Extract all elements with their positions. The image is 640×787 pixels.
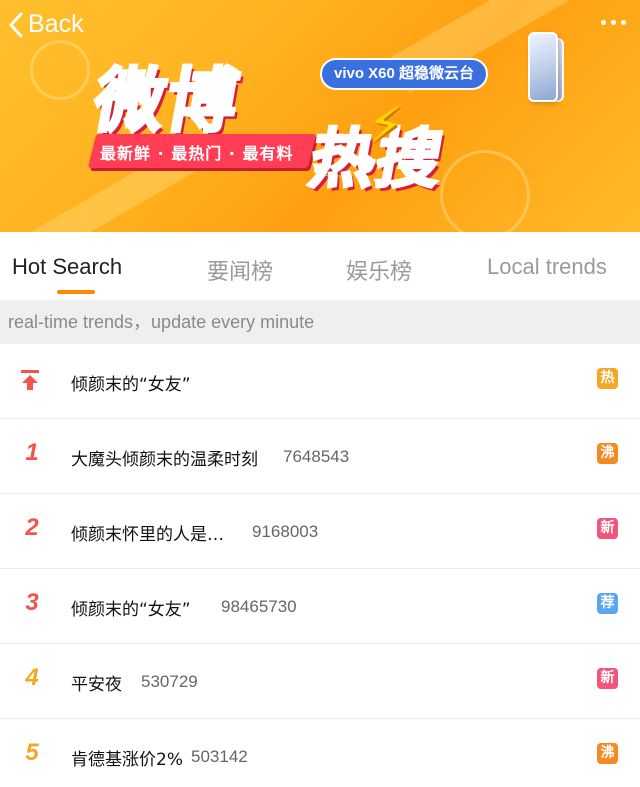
chevron-left-icon xyxy=(9,12,23,37)
tab-news[interactable]: 要闻榜 xyxy=(207,254,273,286)
rank-number: 4 xyxy=(25,664,39,691)
trend-title: 肯德基涨价2% xyxy=(71,750,183,770)
list-item[interactable]: 倾颜末的“女友” 热 xyxy=(0,344,640,419)
recommend-badge: 荐 xyxy=(597,593,618,614)
back-button[interactable]: Back xyxy=(8,10,84,39)
list-item[interactable]: 4 平安夜 530729 新 xyxy=(0,644,640,719)
sponsor-pill: vivo X60 超稳微云台 xyxy=(320,58,489,90)
phone-image xyxy=(528,32,558,102)
new-badge: 新 xyxy=(597,668,618,689)
trend-title: 平安夜 xyxy=(71,675,122,695)
tab-hot-search[interactable]: Hot Search xyxy=(12,254,122,280)
new-badge: 新 xyxy=(597,518,618,539)
list-item[interactable]: 2 倾颜末怀里的人是… 9168003 新 xyxy=(0,494,640,569)
banner-tagline: 最新鲜 · 最热门 · 最有料 xyxy=(100,144,294,163)
active-tab-indicator xyxy=(57,290,95,294)
rank-number: 5 xyxy=(25,739,39,766)
trend-title: 大魔头倾颜末的温柔时刻 xyxy=(71,450,258,470)
list-item[interactable]: 3 倾颜末的“女友” 98465730 荐 xyxy=(0,569,640,644)
list-item[interactable]: 1 大魔头倾颜末的温柔时刻 7648543 沸 xyxy=(0,419,640,494)
list-item[interactable]: 5 肯德基涨价2% 503142 沸 xyxy=(0,719,640,787)
hot-search-banner: Back vivo X60 超稳微云台 微博 最新鲜 · 最热门 · 最有料 热… xyxy=(0,0,640,232)
pin-top-icon xyxy=(21,370,39,390)
rank-number: 2 xyxy=(25,514,39,541)
more-dots-icon[interactable] xyxy=(601,20,626,25)
trend-title: 倾颜末怀里的人是… xyxy=(71,525,224,545)
trend-title: 倾颜末的“女友” xyxy=(71,375,191,395)
trend-count: 9168003 xyxy=(252,522,319,541)
trend-title: 倾颜末的“女友” xyxy=(71,600,191,620)
update-info-bar: real-time trends，update every minute xyxy=(0,300,640,344)
hot-badge: 热 xyxy=(597,368,618,389)
banner-title-weibo: 微博 xyxy=(86,59,247,144)
tab-bar: Hot Search 要闻榜 娱乐榜 Local trends xyxy=(0,232,640,300)
decor-ring xyxy=(30,40,90,100)
trend-count: 530729 xyxy=(141,672,198,691)
boiling-badge: 沸 xyxy=(597,443,618,464)
back-label: Back xyxy=(28,10,84,38)
decor-ring xyxy=(440,150,530,232)
rank-number: 3 xyxy=(25,589,39,616)
rank-number: 1 xyxy=(25,439,39,466)
lightning-icon: ⚡ xyxy=(368,96,404,154)
tab-entertainment[interactable]: 娱乐榜 xyxy=(346,254,412,286)
trend-count: 503142 xyxy=(191,747,248,766)
tab-local-trends[interactable]: Local trends xyxy=(487,254,607,280)
trend-count: 98465730 xyxy=(221,597,297,616)
boiling-badge: 沸 xyxy=(597,743,618,764)
trend-count: 7648543 xyxy=(283,447,350,466)
